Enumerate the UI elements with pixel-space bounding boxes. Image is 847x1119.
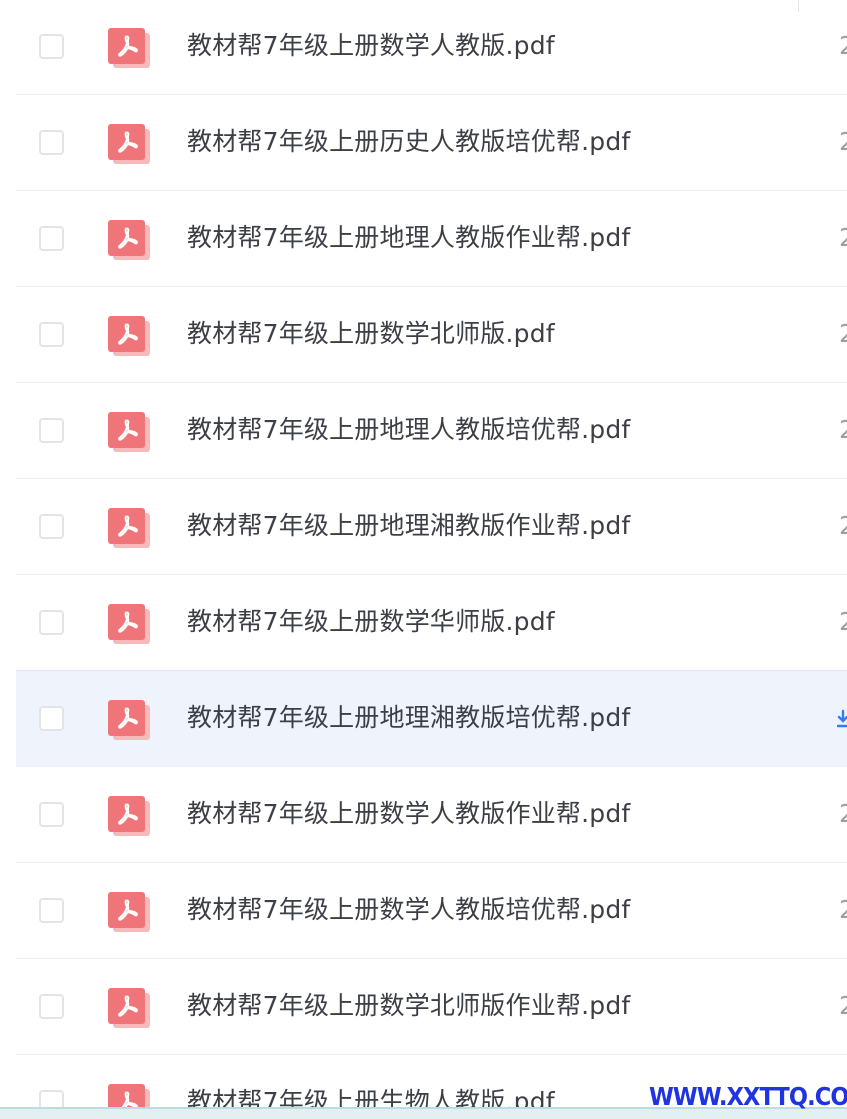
pdf-file-icon [108, 220, 150, 260]
file-name[interactable]: 教材帮7年级上册数学人教版.pdf [187, 29, 555, 63]
pdf-file-icon [108, 124, 150, 164]
row-checkbox[interactable] [39, 34, 64, 59]
file-name[interactable]: 教材帮7年级上册数学北师版作业帮.pdf [187, 989, 630, 1023]
file-name[interactable]: 教材帮7年级上册历史人教版培优帮.pdf [187, 125, 630, 159]
file-name[interactable]: 教材帮7年级上册数学华师版.pdf [187, 605, 555, 639]
file-row[interactable]: 教材帮7年级上册历史人教版培优帮.pdf 2 [16, 94, 847, 190]
download-icon[interactable] [836, 707, 847, 731]
file-size: 2 [839, 415, 847, 444]
file-size: 2 [839, 991, 847, 1020]
file-row[interactable]: 教材帮7年级上册地理人教版作业帮.pdf 2 [16, 190, 847, 286]
pdf-file-icon [108, 28, 150, 68]
file-name[interactable]: 教材帮7年级上册数学人教版作业帮.pdf [187, 797, 630, 831]
file-row[interactable]: 教材帮7年级上册数学人教版.pdf 2 [16, 0, 847, 94]
row-checkbox[interactable] [39, 514, 64, 539]
file-row[interactable]: 教材帮7年级上册数学北师版.pdf 2 [16, 286, 847, 382]
row-checkbox[interactable] [39, 226, 64, 251]
file-size: 2 [839, 607, 847, 636]
file-name[interactable]: 教材帮7年级上册数学北师版.pdf [187, 317, 555, 351]
file-name[interactable]: 教材帮7年级上册地理人教版作业帮.pdf [187, 221, 630, 255]
file-size: 2 [839, 895, 847, 924]
file-size: 2 [839, 511, 847, 540]
file-size: 2 [839, 127, 847, 156]
watermark: WWW.XXTTQ.COM [649, 1082, 847, 1111]
row-checkbox[interactable] [39, 706, 64, 731]
pdf-file-icon [108, 412, 150, 452]
file-row[interactable]: 教材帮7年级上册数学人教版培优帮.pdf 2 [16, 862, 847, 958]
pdf-file-icon [108, 316, 150, 356]
file-row[interactable]: 教材帮7年级上册数学北师版作业帮.pdf 2 [16, 958, 847, 1054]
file-size: 2 [839, 799, 847, 828]
row-checkbox[interactable] [39, 610, 64, 635]
file-list-page: 教材帮7年级上册数学人教版.pdf 2 教材帮7年级上册历史人教版培优帮.pdf… [0, 0, 847, 1119]
pdf-file-icon [108, 604, 150, 644]
pdf-file-icon [108, 988, 150, 1028]
row-checkbox[interactable] [39, 802, 64, 827]
file-row[interactable]: 教材帮7年级上册数学人教版作业帮.pdf 2 [16, 766, 847, 862]
file-list: 教材帮7年级上册数学人教版.pdf 2 教材帮7年级上册历史人教版培优帮.pdf… [16, 0, 847, 1119]
file-row[interactable]: 教材帮7年级上册地理湘教版培优帮.pdf [16, 670, 847, 766]
row-checkbox[interactable] [39, 322, 64, 347]
row-checkbox[interactable] [39, 994, 64, 1019]
row-checkbox[interactable] [39, 418, 64, 443]
file-row[interactable]: 教材帮7年级上册地理湘教版作业帮.pdf 2 [16, 478, 847, 574]
pdf-file-icon [108, 892, 150, 932]
pdf-file-icon [108, 508, 150, 548]
file-size: 2 [839, 31, 847, 60]
row-checkbox[interactable] [39, 898, 64, 923]
file-row[interactable]: 教材帮7年级上册地理人教版培优帮.pdf 2 [16, 382, 847, 478]
pdf-file-icon [108, 700, 150, 740]
file-size: 2 [839, 223, 847, 252]
file-name[interactable]: 教材帮7年级上册数学人教版培优帮.pdf [187, 893, 630, 927]
file-row[interactable]: 教材帮7年级上册数学华师版.pdf 2 [16, 574, 847, 670]
row-checkbox[interactable] [39, 130, 64, 155]
file-name[interactable]: 教材帮7年级上册地理湘教版培优帮.pdf [187, 701, 630, 735]
file-name[interactable]: 教材帮7年级上册地理湘教版作业帮.pdf [187, 509, 630, 543]
pdf-file-icon [108, 796, 150, 836]
file-size: 2 [839, 319, 847, 348]
file-name[interactable]: 教材帮7年级上册地理人教版培优帮.pdf [187, 413, 630, 447]
